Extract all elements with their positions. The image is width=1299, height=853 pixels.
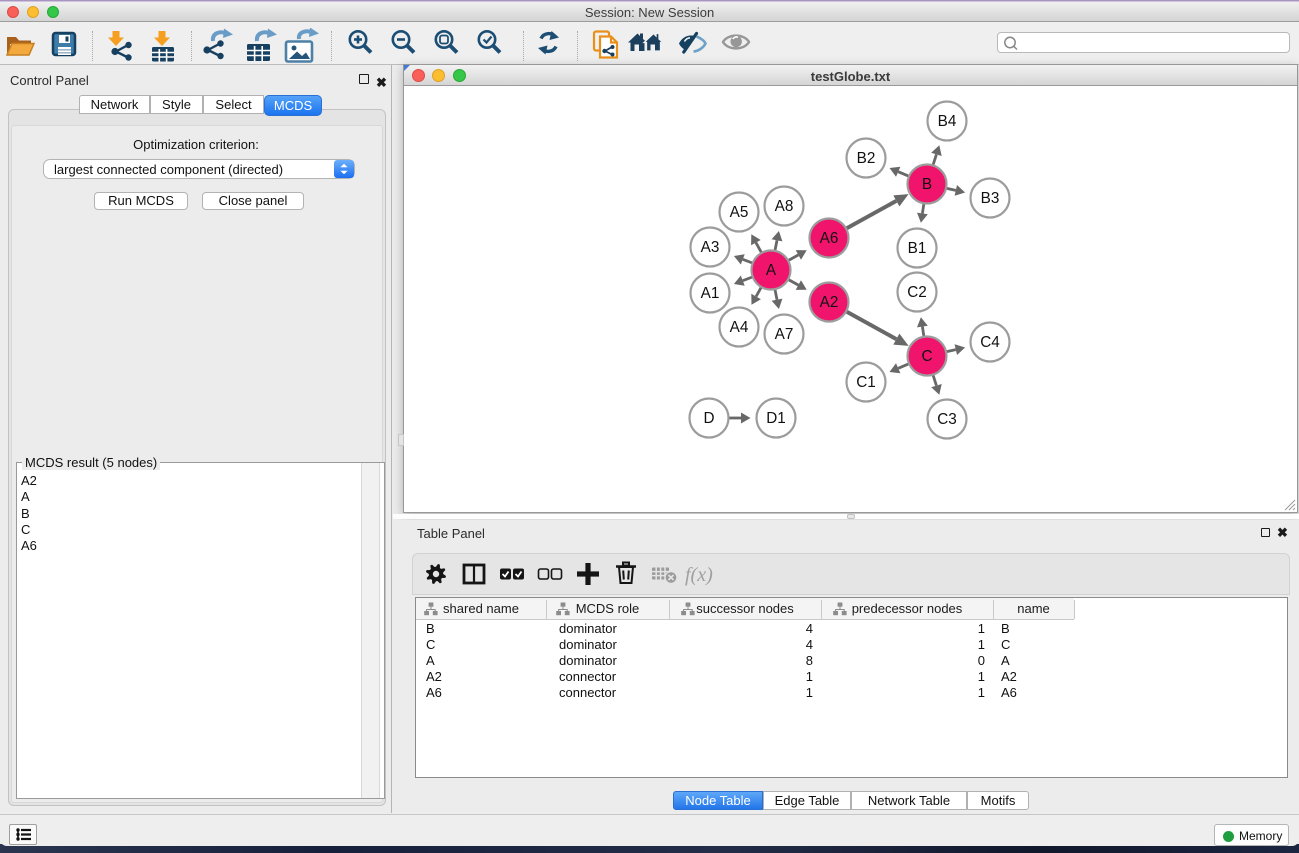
svg-text:B4: B4 — [938, 113, 957, 130]
svg-text:A8: A8 — [775, 198, 794, 215]
svg-text:A6: A6 — [820, 230, 839, 247]
svg-text:C2: C2 — [907, 284, 927, 301]
svg-text:B2: B2 — [857, 150, 876, 167]
svg-text:C3: C3 — [937, 411, 957, 428]
svg-text:A4: A4 — [730, 319, 749, 336]
svg-text:B3: B3 — [981, 190, 1000, 207]
svg-text:A2: A2 — [820, 294, 839, 311]
svg-text:A: A — [766, 262, 777, 279]
svg-text:A7: A7 — [775, 326, 794, 343]
svg-text:B: B — [922, 176, 932, 193]
svg-text:C1: C1 — [856, 374, 876, 391]
svg-text:A3: A3 — [701, 239, 720, 256]
svg-text:D: D — [703, 410, 714, 427]
svg-text:C: C — [921, 348, 932, 365]
svg-text:A5: A5 — [730, 204, 749, 221]
svg-text:C4: C4 — [980, 334, 1000, 351]
svg-text:B1: B1 — [908, 240, 927, 257]
svg-text:f(x): f(x) — [685, 564, 713, 586]
svg-text:A1: A1 — [701, 285, 720, 302]
svg-text:D1: D1 — [766, 410, 786, 427]
